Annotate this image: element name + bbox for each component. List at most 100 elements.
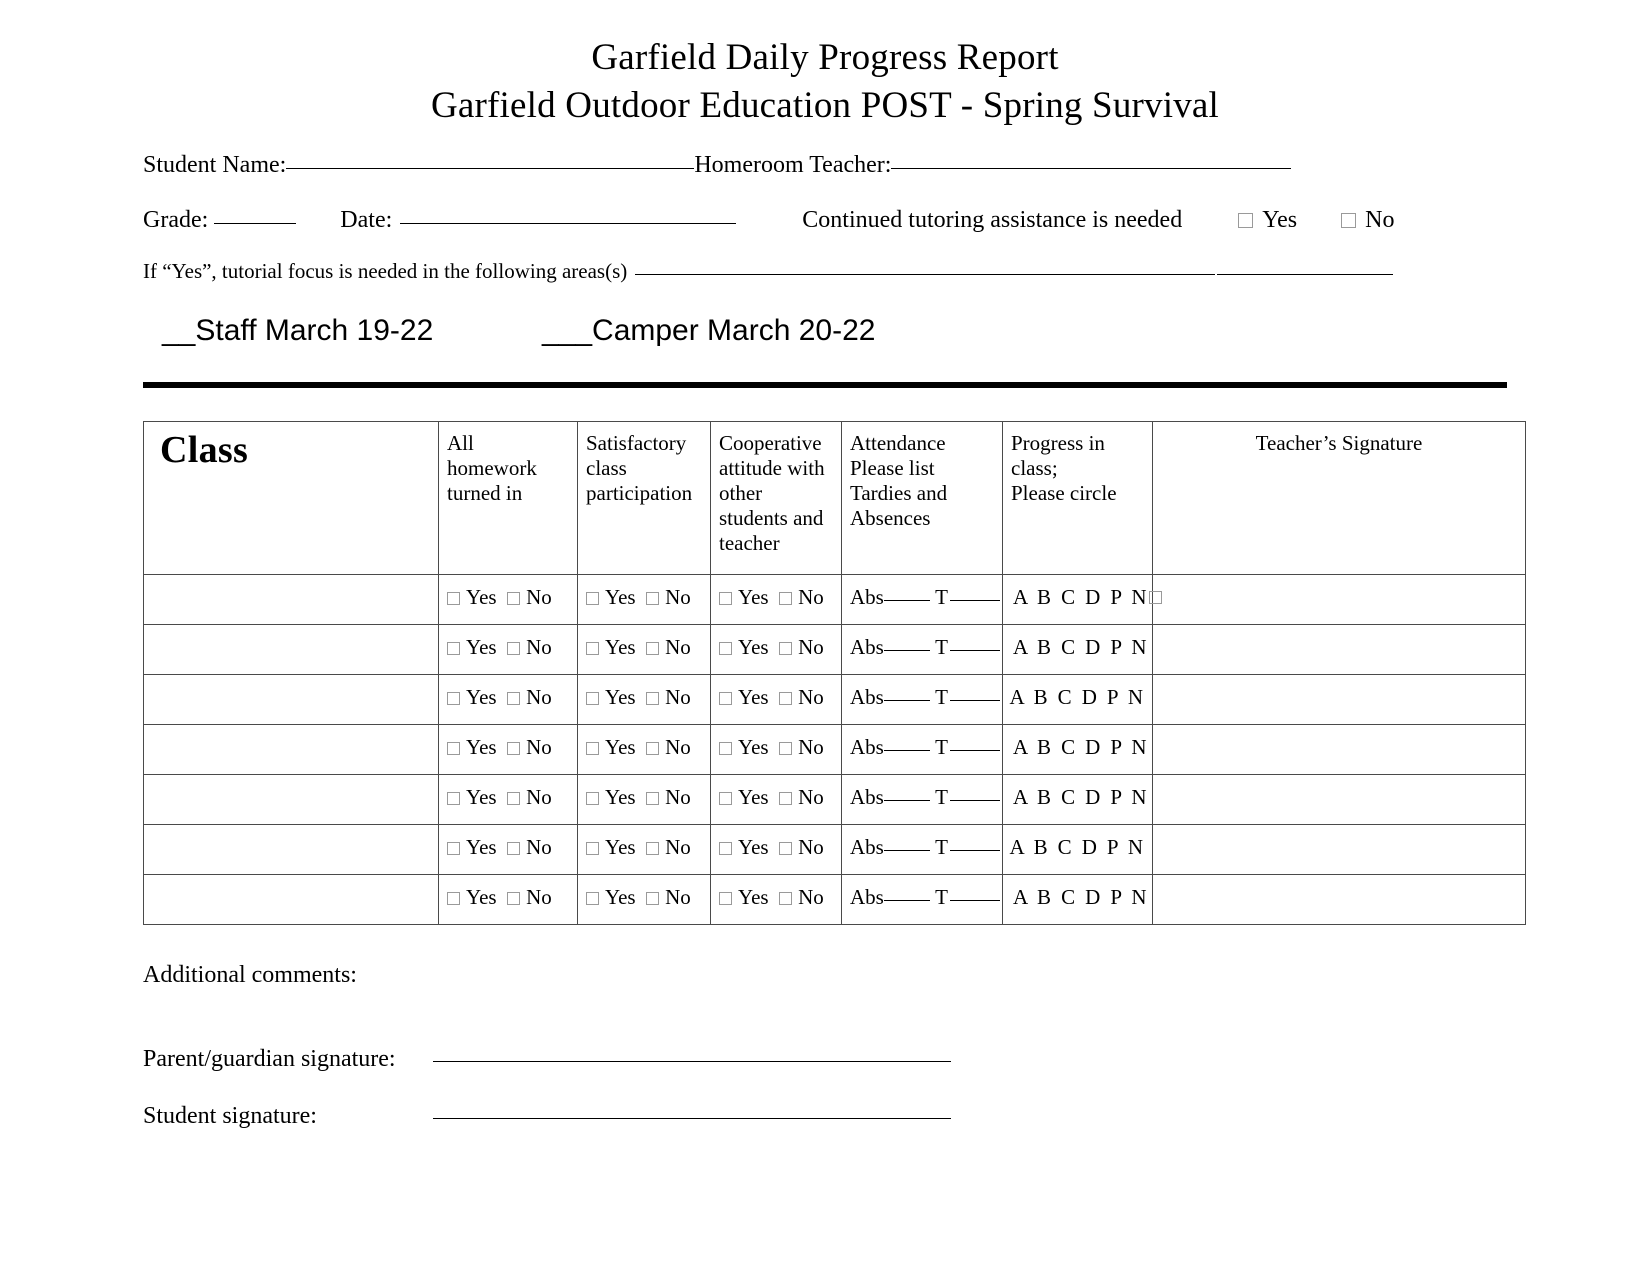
tutoring-no-option[interactable]: No: [1341, 207, 1394, 234]
participation-no-option[interactable]: No: [646, 835, 691, 859]
cell-attendance[interactable]: Abs T: [841, 624, 1003, 675]
participation-yes-option[interactable]: Yes: [586, 885, 636, 909]
participation-no-option[interactable]: No: [646, 685, 691, 709]
checkbox-icon[interactable]: [447, 792, 460, 805]
participation-yes-option[interactable]: Yes: [586, 735, 636, 759]
tardies-input[interactable]: [949, 800, 1000, 801]
checkbox-icon[interactable]: [719, 742, 732, 755]
checkbox-icon[interactable]: [646, 592, 660, 605]
cell-teacher-signature[interactable]: [1152, 824, 1526, 875]
grade-input[interactable]: [214, 223, 297, 224]
participation-yes-option[interactable]: Yes: [586, 785, 636, 809]
checkbox-icon[interactable]: [779, 642, 793, 655]
cell-attendance[interactable]: Abs T: [841, 674, 1003, 725]
checkbox-icon[interactable]: [447, 692, 460, 705]
checkbox-icon[interactable]: [646, 792, 660, 805]
checkbox-icon[interactable]: [586, 842, 599, 855]
homework-no-option[interactable]: No: [507, 735, 552, 759]
cell-attendance[interactable]: Abs T: [841, 774, 1003, 825]
checkbox-icon[interactable]: [1341, 213, 1357, 228]
cell-attendance[interactable]: Abs T: [841, 874, 1003, 925]
cooperative-no-option[interactable]: No: [779, 635, 824, 659]
homework-no-option[interactable]: No: [507, 585, 552, 609]
cooperative-no-option[interactable]: No: [779, 735, 824, 759]
checkbox-icon[interactable]: [1238, 213, 1254, 228]
cooperative-no-option[interactable]: No: [779, 885, 824, 909]
homework-yes-option[interactable]: Yes: [447, 835, 497, 859]
cooperative-yes-option[interactable]: Yes: [719, 735, 769, 759]
participation-no-option[interactable]: No: [646, 635, 691, 659]
cell-class-name[interactable]: [143, 574, 439, 625]
checkbox-icon[interactable]: [779, 842, 793, 855]
checkbox-icon[interactable]: [447, 742, 460, 755]
checkbox-icon[interactable]: [586, 642, 599, 655]
cell-class-name[interactable]: [143, 674, 439, 725]
checkbox-icon[interactable]: [507, 742, 521, 755]
checkbox-icon[interactable]: [447, 642, 460, 655]
checkbox-icon[interactable]: [507, 892, 521, 905]
checkbox-icon[interactable]: [447, 842, 460, 855]
cell-attendance[interactable]: Abs T: [841, 724, 1003, 775]
tardies-input[interactable]: [949, 650, 1000, 651]
homework-yes-option[interactable]: Yes: [447, 585, 497, 609]
homeroom-teacher-input[interactable]: [891, 168, 1292, 169]
cell-teacher-signature[interactable]: [1152, 674, 1526, 725]
checkbox-icon[interactable]: [646, 642, 660, 655]
checkbox-icon[interactable]: [779, 742, 793, 755]
cooperative-yes-option[interactable]: Yes: [719, 685, 769, 709]
homework-no-option[interactable]: No: [507, 635, 552, 659]
cell-progress[interactable]: A B C D P N: [1002, 724, 1153, 775]
tardies-input[interactable]: [949, 900, 1000, 901]
checkbox-icon[interactable]: [1148, 591, 1162, 604]
absences-input[interactable]: [883, 900, 930, 901]
checkbox-icon[interactable]: [646, 742, 660, 755]
staff-session-option[interactable]: __Staff March 19-22: [162, 314, 433, 347]
date-input[interactable]: [400, 223, 737, 224]
camper-session-option[interactable]: ___Camper March 20-22: [542, 314, 876, 347]
homework-yes-option[interactable]: Yes: [447, 885, 497, 909]
cell-attendance[interactable]: Abs T: [841, 824, 1003, 875]
homework-yes-option[interactable]: Yes: [447, 735, 497, 759]
parent-signature-input[interactable]: [433, 1061, 951, 1062]
tutorial-focus-input[interactable]: [635, 274, 1216, 275]
cooperative-no-option[interactable]: No: [779, 835, 824, 859]
student-signature-input[interactable]: [433, 1118, 951, 1119]
tardies-input[interactable]: [949, 600, 1000, 601]
checkbox-icon[interactable]: [507, 842, 521, 855]
checkbox-icon[interactable]: [447, 892, 460, 905]
progress-grade-options[interactable]: A B C D P N: [1003, 775, 1152, 810]
absences-input[interactable]: [883, 750, 930, 751]
checkbox-icon[interactable]: [719, 892, 732, 905]
absences-input[interactable]: [883, 800, 930, 801]
participation-yes-option[interactable]: Yes: [586, 585, 636, 609]
cooperative-no-option[interactable]: No: [779, 785, 824, 809]
checkbox-icon[interactable]: [646, 692, 660, 705]
participation-no-option[interactable]: No: [646, 735, 691, 759]
checkbox-icon[interactable]: [586, 742, 599, 755]
student-name-input[interactable]: [286, 168, 695, 169]
cell-progress[interactable]: A B C D P N: [1002, 574, 1162, 625]
participation-no-option[interactable]: No: [646, 885, 691, 909]
homework-yes-option[interactable]: Yes: [447, 785, 497, 809]
cell-progress[interactable]: A B C D P N: [1002, 674, 1153, 725]
checkbox-icon[interactable]: [507, 792, 521, 805]
cooperative-no-option[interactable]: No: [779, 585, 824, 609]
absences-input[interactable]: [883, 850, 930, 851]
cell-teacher-signature[interactable]: [1152, 624, 1526, 675]
tardies-input[interactable]: [949, 750, 1000, 751]
tutoring-yes-option[interactable]: Yes: [1238, 207, 1297, 234]
progress-grade-options[interactable]: A B C D P N: [1003, 625, 1152, 660]
checkbox-icon[interactable]: [586, 892, 599, 905]
cell-teacher-signature[interactable]: [1152, 774, 1526, 825]
checkbox-icon[interactable]: [719, 592, 732, 605]
checkbox-icon[interactable]: [779, 592, 793, 605]
homework-yes-option[interactable]: Yes: [447, 685, 497, 709]
checkbox-icon[interactable]: [646, 842, 660, 855]
cooperative-yes-option[interactable]: Yes: [719, 635, 769, 659]
checkbox-icon[interactable]: [586, 692, 599, 705]
checkbox-icon[interactable]: [507, 642, 521, 655]
checkbox-icon[interactable]: [779, 792, 793, 805]
checkbox-icon[interactable]: [719, 692, 732, 705]
participation-yes-option[interactable]: Yes: [586, 635, 636, 659]
cooperative-yes-option[interactable]: Yes: [719, 585, 769, 609]
